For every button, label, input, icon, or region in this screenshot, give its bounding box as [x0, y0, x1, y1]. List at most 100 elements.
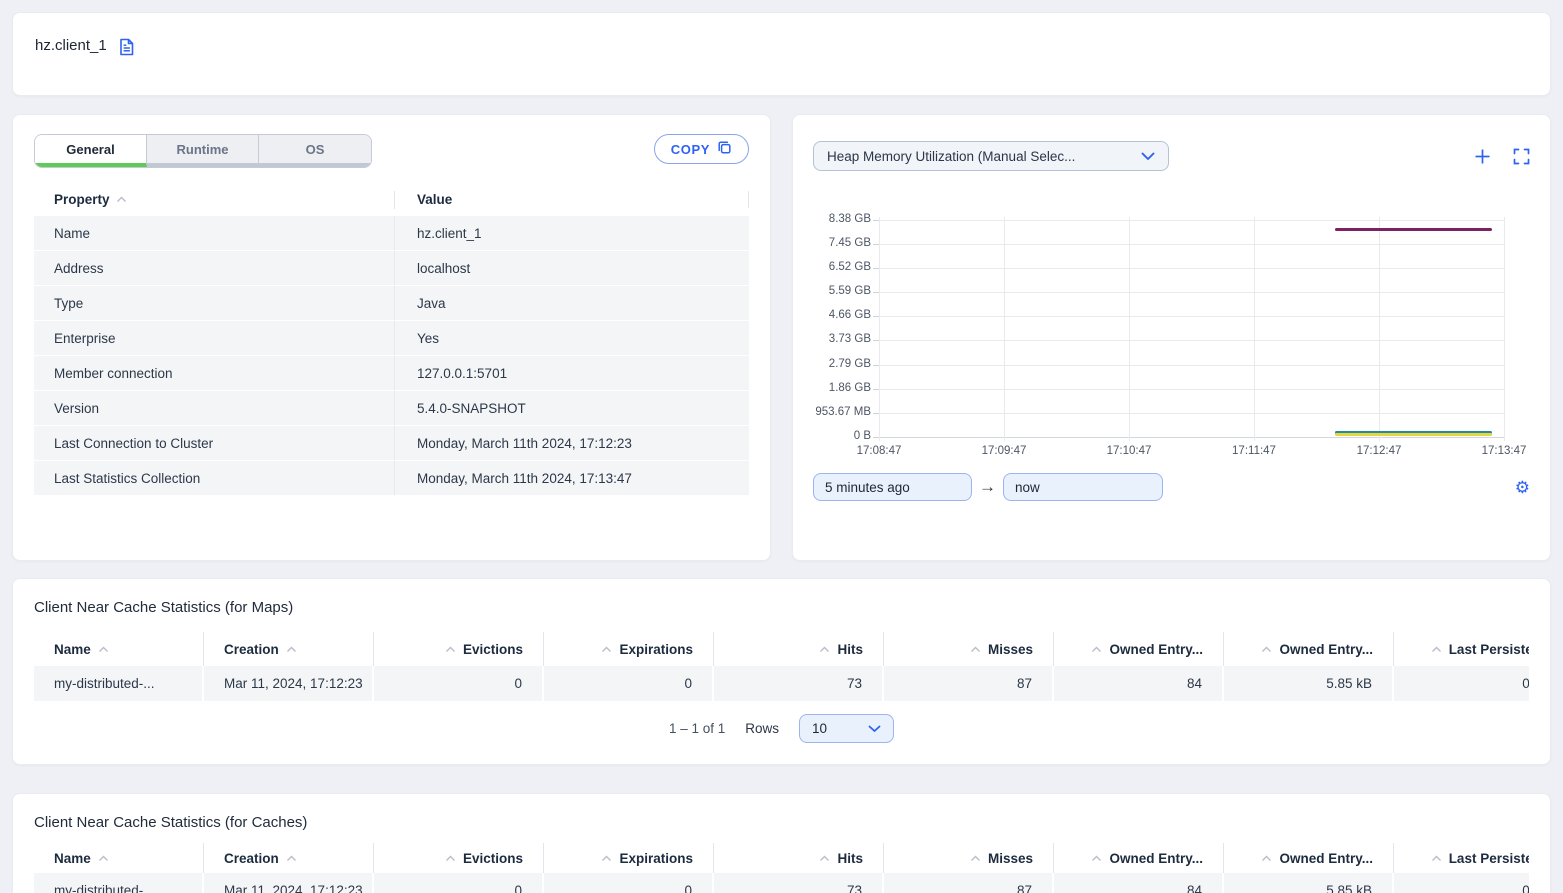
- gridline: [879, 244, 1504, 245]
- copy-button-label: COPY: [671, 142, 710, 157]
- column-label: Misses: [988, 642, 1033, 657]
- column-header-owned-entry[interactable]: Owned Entry...: [1054, 843, 1224, 873]
- gridline: [879, 389, 1504, 390]
- near-cache-caches-card: Client Near Cache Statistics (for Caches…: [12, 793, 1551, 893]
- property-name: Name: [34, 216, 394, 250]
- cell: 0ns: [1394, 873, 1529, 893]
- tab-os[interactable]: OS: [259, 135, 371, 167]
- column-header-hits[interactable]: Hits: [714, 632, 884, 666]
- property-value: Monday, March 11th 2024, 17:12:23: [394, 426, 749, 460]
- property-name: Member connection: [34, 356, 394, 390]
- maps-pagination: 1 – 1 of 1 Rows 10: [34, 714, 1529, 743]
- column-label: Last Persiste...: [1449, 642, 1529, 657]
- column-label: Evictions: [463, 642, 523, 657]
- gridline: [879, 292, 1504, 293]
- gridline: [879, 413, 1504, 414]
- column-header-misses[interactable]: Misses: [884, 632, 1054, 666]
- y-tick-label: 8.38 GB: [805, 213, 871, 225]
- sort-caret-icon: [98, 646, 109, 653]
- sort-caret-icon: [970, 855, 981, 862]
- x-tick-label: 17:13:47: [1482, 445, 1527, 457]
- metric-selector[interactable]: Heap Memory Utilization (Manual Selec...: [813, 141, 1169, 171]
- chevron-down-icon: [868, 721, 881, 736]
- column-label: Name: [54, 851, 91, 866]
- sort-caret-icon: [98, 855, 109, 862]
- gear-icon[interactable]: ⚙: [1515, 479, 1530, 496]
- page-title: hz.client_1: [35, 37, 107, 54]
- column-label: Expirations: [619, 851, 693, 866]
- cell: my-distributed-...: [34, 666, 204, 701]
- gridline: [1254, 217, 1255, 441]
- value-column-header: Value: [394, 191, 749, 209]
- property-name: Last Statistics Collection: [34, 461, 394, 495]
- property-name: Address: [34, 251, 394, 285]
- gridline: [879, 268, 1504, 269]
- column-header-misses[interactable]: Misses: [884, 843, 1054, 873]
- document-icon[interactable]: [117, 37, 136, 57]
- property-rows: Namehz.client_1AddresslocalhostTypeJavaE…: [34, 216, 749, 496]
- tab-general[interactable]: General: [35, 135, 147, 167]
- y-tick-label: 3.73 GB: [805, 333, 871, 345]
- time-from-input[interactable]: [813, 473, 972, 501]
- time-to-input[interactable]: [1003, 473, 1163, 501]
- column-header-hits[interactable]: Hits: [714, 843, 884, 873]
- gridline: [879, 220, 1504, 221]
- column-header-name[interactable]: Name: [34, 843, 204, 873]
- chevron-down-icon: [1141, 149, 1155, 164]
- column-header-expirations[interactable]: Expirations: [544, 843, 714, 873]
- y-tick-label: 2.79 GB: [805, 358, 871, 370]
- column-label: Owned Entry...: [1279, 851, 1373, 866]
- fullscreen-icon[interactable]: [1513, 148, 1530, 165]
- stat-table-header: Name Creation Evictions Expirations Hits Miss…: [34, 632, 1529, 666]
- column-header-owned-entry[interactable]: Owned Entry...: [1224, 632, 1394, 666]
- sort-caret-icon: [286, 646, 297, 653]
- column-header-evictions[interactable]: Evictions: [374, 843, 544, 873]
- tab-runtime[interactable]: Runtime: [147, 135, 259, 167]
- gridline: [1004, 217, 1005, 441]
- column-header-owned-entry[interactable]: Owned Entry...: [1224, 843, 1394, 873]
- cell: 5.85 kB: [1224, 873, 1394, 893]
- gridline: [879, 365, 1504, 366]
- copy-button[interactable]: COPY: [654, 134, 749, 164]
- column-label: Hits: [837, 642, 863, 657]
- metric-selector-value: Heap Memory Utilization (Manual Selec...: [827, 149, 1075, 164]
- property-table: Property Value Namehz.client_1Addressloc…: [34, 183, 749, 496]
- column-header-creation[interactable]: Creation: [204, 632, 374, 666]
- cell: 84: [1054, 666, 1224, 701]
- column-label: Creation: [224, 642, 279, 657]
- sort-caret-icon: [445, 855, 456, 862]
- near-cache-maps-card: Client Near Cache Statistics (for Maps) …: [12, 578, 1551, 765]
- column-header-evictions[interactable]: Evictions: [374, 632, 544, 666]
- column-header-expirations[interactable]: Expirations: [544, 632, 714, 666]
- table-row[interactable]: my-distributed-...Mar 11, 2024, 17:12:23…: [34, 666, 1529, 701]
- column-header-creation[interactable]: Creation: [204, 843, 374, 873]
- property-value: 5.4.0-SNAPSHOT: [394, 391, 749, 425]
- cell: my-distributed-...: [34, 873, 204, 893]
- column-header-last-persiste[interactable]: Last Persiste...: [1394, 632, 1529, 666]
- column-label: Evictions: [463, 851, 523, 866]
- heap-chart-card: Heap Memory Utilization (Manual Selec...…: [792, 114, 1551, 561]
- table-row[interactable]: my-distributed-...Mar 11, 2024, 17:12:23…: [34, 873, 1529, 893]
- column-header-last-persiste[interactable]: Last Persiste...: [1394, 843, 1529, 873]
- x-tick-label: 17:12:47: [1357, 445, 1402, 457]
- plus-icon[interactable]: [1474, 148, 1491, 165]
- column-label: Owned Entry...: [1109, 851, 1203, 866]
- caches-section-title: Client Near Cache Statistics (for Caches…: [34, 814, 1529, 831]
- gridline: [879, 340, 1504, 341]
- sort-caret-icon: [819, 855, 830, 862]
- cell: 0: [374, 666, 544, 701]
- sort-caret-icon: [1091, 855, 1102, 862]
- rows-per-page-select[interactable]: 10: [799, 714, 894, 743]
- page-range: 1 – 1 of 1: [669, 721, 725, 736]
- property-value: Yes: [394, 321, 749, 355]
- sort-caret-icon: [1431, 855, 1442, 862]
- cell: Mar 11, 2024, 17:12:23: [204, 873, 374, 893]
- property-column-header[interactable]: Property: [34, 192, 394, 207]
- client-details-card: GeneralRuntimeOS COPY Property: [12, 114, 771, 561]
- property-table-header: Property Value: [34, 183, 749, 216]
- client-header-card: hz.client_1: [12, 12, 1551, 96]
- column-header-owned-entry[interactable]: Owned Entry...: [1054, 632, 1224, 666]
- column-header-name[interactable]: Name: [34, 632, 204, 666]
- y-tick-label: 4.66 GB: [805, 309, 871, 321]
- column-label: Owned Entry...: [1109, 642, 1203, 657]
